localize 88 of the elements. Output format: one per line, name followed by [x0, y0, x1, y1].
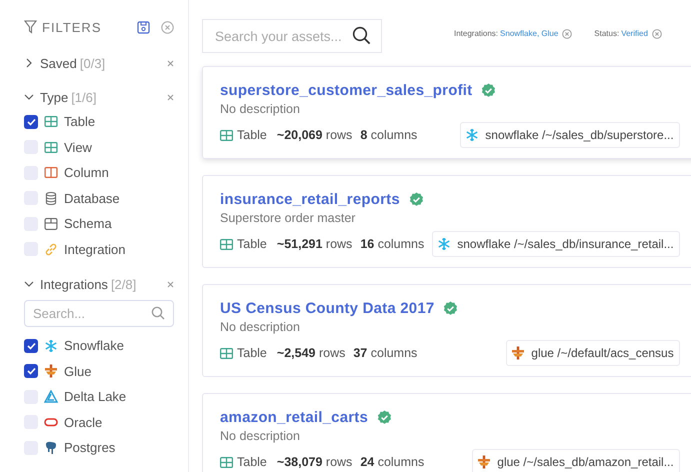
schema-icon: [44, 218, 58, 230]
chevron-icon[interactable]: [24, 58, 34, 68]
filter-option[interactable]: Delta Lake: [64, 389, 126, 404]
snowflake-icon: [437, 237, 452, 251]
asset-description: No description: [220, 102, 301, 116]
glue-icon: [511, 346, 526, 360]
filter-chip-value: Verified: [621, 29, 648, 38]
section-count: [0/3]: [80, 56, 106, 70]
filter-option[interactable]: Integration: [64, 242, 126, 257]
chevron-icon[interactable]: [24, 279, 34, 289]
asset-description: Superstore order master: [220, 211, 356, 225]
filter-chip-label: Integrations:: [454, 29, 498, 38]
asset-description: No description: [220, 320, 301, 334]
grid-icon: [44, 116, 58, 128]
asset-title[interactable]: US Census County Data 2017: [220, 300, 434, 316]
filter-option[interactable]: Database: [64, 190, 120, 206]
filter-chip-value: Snowflake, Glue: [500, 29, 558, 38]
column-count: 24 columns: [360, 455, 424, 469]
chevron-icon[interactable]: [24, 92, 34, 102]
row-count: ~2,549 rows: [276, 346, 346, 360]
section-title[interactable]: Type: [40, 90, 68, 104]
asset-description: No description: [220, 429, 301, 443]
row-count: ~20,069 rows: [276, 128, 352, 142]
section-count: [1/6]: [71, 90, 98, 104]
grid-icon: [220, 348, 233, 358]
section-title[interactable]: Saved: [40, 56, 77, 70]
filter-option[interactable]: Postgres: [64, 440, 116, 456]
source-path[interactable]: snowflake /~/sales_db/insurance_retail...: [432, 231, 680, 257]
close-icon[interactable]: [167, 280, 174, 288]
filter-option[interactable]: Oracle: [64, 414, 102, 430]
asset-type: Table: [237, 346, 267, 360]
filter-icon: [24, 20, 37, 34]
filter-option[interactable]: Schema: [64, 216, 112, 232]
search-icon[interactable]: [352, 26, 371, 45]
filters-title: FILTERS: [42, 20, 102, 34]
asset-type: Table: [237, 237, 267, 251]
checkbox[interactable]: [24, 338, 38, 353]
save-icon[interactable]: [137, 20, 150, 34]
glue-icon: [477, 455, 492, 469]
search-icon: [151, 306, 165, 320]
clear-icon[interactable]: [161, 20, 174, 34]
source-path[interactable]: glue /~/sales_db/amazon_retail...: [472, 449, 680, 472]
asset-title[interactable]: amazon_retail_carts: [220, 408, 368, 426]
checkbox[interactable]: [24, 364, 38, 378]
asset-title[interactable]: insurance_retail_reports: [220, 190, 400, 208]
column-count: 8 columns: [360, 128, 418, 142]
grid-icon: [220, 456, 233, 468]
database-icon: [44, 192, 58, 205]
grid-icon: [44, 142, 58, 153]
checkbox[interactable]: [24, 114, 38, 129]
search-field[interactable]: Search your assets...: [202, 19, 382, 53]
filter-option[interactable]: Column: [64, 165, 109, 180]
filter-option[interactable]: Snowflake: [64, 338, 124, 354]
link-icon: [44, 242, 58, 256]
row-count: ~51,291 rows: [276, 237, 352, 251]
column-count: 37 columns: [353, 346, 418, 360]
result-card[interactable]: US Census County Data 2017 No description Table ~2,549 rows 37 columns glue /~/default/acs_census: [202, 284, 691, 377]
source-path[interactable]: snowflake /~/sales_db/superstore...: [460, 122, 680, 148]
grid-icon: [220, 238, 233, 250]
filter-option[interactable]: Table: [64, 114, 96, 130]
asset-type: Table: [237, 128, 267, 142]
column-count: 16 columns: [360, 237, 424, 251]
search-field[interactable]: Search...: [24, 300, 174, 327]
columns-icon: [44, 167, 58, 178]
checkmark-icon: [26, 118, 36, 126]
close-icon[interactable]: [167, 60, 174, 66]
filter-option[interactable]: View: [64, 140, 92, 155]
result-card[interactable]: amazon_retail_carts No description Table ~38,079 rows 24 columns glue /~/sales_db/amazon_retail...: [202, 393, 691, 472]
section-title[interactable]: Integrations: [40, 276, 108, 292]
section-count: [2/8]: [110, 276, 138, 292]
snowflake-icon: [44, 338, 58, 353]
checkmark-icon: [26, 342, 36, 350]
remove-icon[interactable]: [652, 28, 662, 38]
snowflake-icon: [465, 128, 480, 142]
grid-icon: [220, 130, 233, 140]
source-path[interactable]: glue /~/default/acs_census: [506, 340, 680, 366]
asset-type: Table: [237, 455, 267, 469]
triangle-icon: [44, 390, 58, 404]
result-card[interactable]: insurance_retail_reports Superstore order master Table ~51,291 rows 16 columns snowflake /~/sales_db/insurance_retail...: [202, 175, 691, 268]
filter-option[interactable]: Glue: [64, 364, 92, 379]
glue-icon: [44, 364, 58, 378]
row-count: ~38,079 rows: [276, 455, 352, 469]
remove-icon[interactable]: [562, 28, 572, 38]
close-icon[interactable]: [167, 94, 174, 100]
checkmark-icon: [26, 367, 36, 376]
filter-chip-label: Status:: [594, 29, 620, 38]
asset-title[interactable]: superstore_customer_sales_profit: [220, 82, 472, 98]
result-card[interactable]: superstore_customer_sales_profit No description Table ~20,069 rows 8 columns snowflake /~/sales_db/superstore...: [202, 66, 691, 159]
